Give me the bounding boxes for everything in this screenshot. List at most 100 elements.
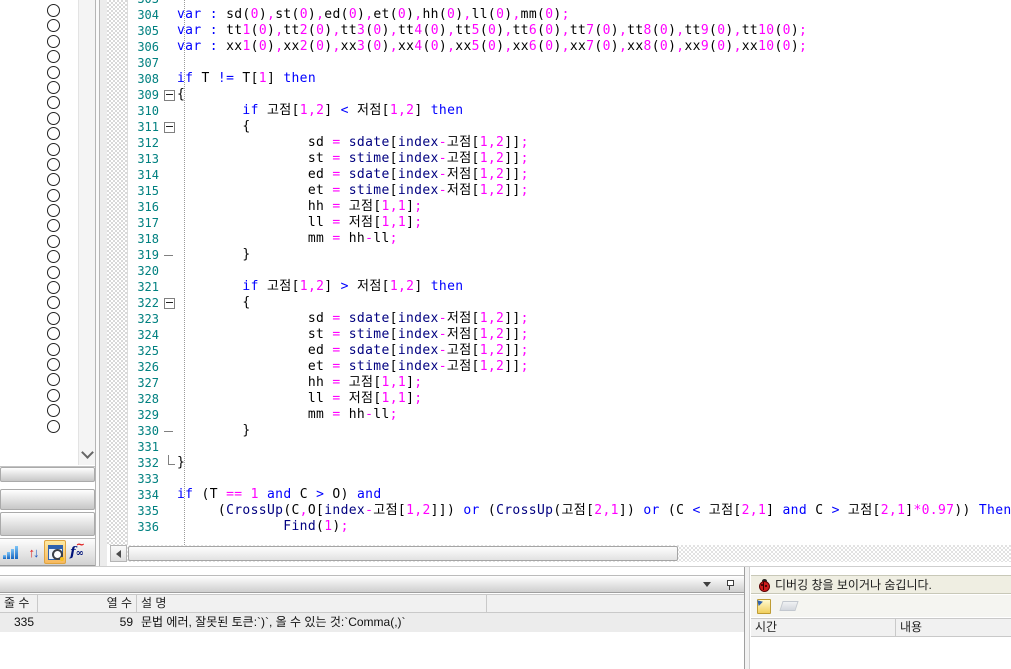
code-line[interactable]: 315 et = stime[index-저점[1,2]];: [127, 183, 1011, 199]
collapsed-toolbar-strip[interactable]: [0, 489, 95, 510]
list-bullet-circle[interactable]: [47, 66, 60, 79]
fold-marker-box[interactable]: [163, 87, 177, 103]
code-line[interactable]: 310 if 고점[1,2] < 저점[1,2] then: [127, 103, 1011, 119]
fold-marker-box[interactable]: [163, 295, 177, 311]
scrollbar-thumb[interactable]: [128, 546, 678, 561]
bottom-panel-divider[interactable]: [744, 567, 751, 669]
code-line[interactable]: 333: [127, 471, 1011, 487]
list-bullet-circle[interactable]: [47, 235, 60, 248]
list-bullet-circle[interactable]: [47, 312, 60, 325]
code-line[interactable]: 317 ll = 저점[1,1];: [127, 215, 1011, 231]
code-line[interactable]: 313 st = stime[index-고점[1,2]];: [127, 151, 1011, 167]
code-line[interactable]: 326 et = stime[index-고점[1,2]];: [127, 359, 1011, 375]
list-bullet-circle[interactable]: [47, 266, 60, 279]
column-header-line[interactable]: 줄 수: [0, 595, 38, 612]
code-line[interactable]: 308if T != T[1] then: [127, 71, 1011, 87]
list-bullet-circle[interactable]: [47, 404, 60, 417]
list-bullet-circle[interactable]: [47, 358, 60, 371]
column-header-time[interactable]: 시간: [751, 619, 896, 636]
code-line[interactable]: 321 if 고점[1,2] > 저점[1,2] then: [127, 279, 1011, 295]
code-line[interactable]: 332}: [127, 455, 1011, 471]
column-header-description[interactable]: 설 명: [137, 595, 487, 612]
code-line[interactable]: 319 }: [127, 247, 1011, 263]
code-line[interactable]: 309{: [127, 87, 1011, 103]
code-line[interactable]: 329 mm = hh-ll;: [127, 407, 1011, 423]
debug-panel-title: 디버깅 창을 보이거나 숨깁니다.: [775, 576, 932, 593]
code-line[interactable]: 306var : xx1(0),xx2(0),xx3(0),xx4(0),xx5…: [127, 39, 1011, 55]
new-log-icon[interactable]: [757, 599, 771, 614]
code-text: if 고점[1,2] > 저점[1,2] then: [177, 279, 463, 295]
list-bullet-circle[interactable]: [47, 4, 60, 17]
code-line[interactable]: 312 sd = sdate[index-고점[1,2]];: [127, 135, 1011, 151]
list-bullet-circle[interactable]: [47, 143, 60, 156]
table-row[interactable]: 335 59 문법 에러, 잘못된 토큰:`)`, 올 수 있는 것:`Comm…: [0, 613, 744, 632]
list-bullet-circle[interactable]: [47, 296, 60, 309]
code-line[interactable]: 307: [127, 55, 1011, 71]
list-bullet-circle[interactable]: [47, 343, 60, 356]
code-line[interactable]: 311 {: [127, 119, 1011, 135]
code-line[interactable]: 331: [127, 439, 1011, 455]
arrows-up-down-icon[interactable]: ↑↓: [22, 540, 44, 564]
auto-hide-pin-icon[interactable]: [725, 579, 735, 591]
code-line[interactable]: 323 sd = sdate[index-저점[1,2]];: [127, 311, 1011, 327]
list-bullet-circle[interactable]: [47, 281, 60, 294]
code-line[interactable]: 318 mm = hh-ll;: [127, 231, 1011, 247]
editor-horizontal-scrollbar[interactable]: [107, 545, 1011, 562]
error-panel-header-bar[interactable]: [0, 575, 744, 593]
code-line[interactable]: 303: [127, 0, 1011, 7]
list-bullet-circle[interactable]: [47, 158, 60, 171]
list-bullet-circle[interactable]: [47, 19, 60, 32]
list-bullet-circle[interactable]: [47, 219, 60, 232]
code-line[interactable]: 327 hh = 고점[1,1];: [127, 375, 1011, 391]
code-line[interactable]: 305var : tt1(0),tt2(0),tt3(0),tt4(0),tt5…: [127, 23, 1011, 39]
left-panel-scrollbar[interactable]: [78, 0, 96, 465]
column-header-content[interactable]: 내용: [896, 619, 1011, 636]
line-number: 331: [127, 439, 163, 455]
function-icon[interactable]: f∞~: [66, 540, 88, 564]
list-bullet-circle[interactable]: [47, 389, 60, 402]
code-editor[interactable]: 303304var : sd(0),st(0),ed(0),et(0),hh(0…: [107, 0, 1011, 566]
line-number: 332: [127, 455, 163, 471]
code-line[interactable]: 314 ed = sdate[index-저점[1,2]];: [127, 167, 1011, 183]
list-bullet-circle[interactable]: [47, 373, 60, 386]
code-line[interactable]: 316 hh = 고점[1,1];: [127, 199, 1011, 215]
list-bullet-circle[interactable]: [47, 96, 60, 109]
code-line[interactable]: 330 }: [127, 423, 1011, 439]
list-bullet-circle[interactable]: [47, 204, 60, 217]
list-bullet-circle[interactable]: [47, 35, 60, 48]
list-bullet-circle[interactable]: [47, 50, 60, 63]
list-bullet-circle[interactable]: [47, 112, 60, 125]
code-line[interactable]: 325 ed = sdate[index-고점[1,2]];: [127, 343, 1011, 359]
code-line[interactable]: 322 {: [127, 295, 1011, 311]
zoom-chart-icon[interactable]: [44, 540, 66, 564]
chart-bars-icon[interactable]: [0, 540, 22, 564]
clear-log-icon[interactable]: [779, 601, 798, 611]
list-bullet-circle[interactable]: [47, 250, 60, 263]
collapse-arrow-icon[interactable]: [703, 582, 711, 591]
line-number: 319: [127, 247, 163, 263]
code-text: if (T == 1 and C > O) and: [177, 487, 382, 503]
error-column-number: 59: [38, 613, 137, 632]
code-line[interactable]: 336 Find(1);: [127, 519, 1011, 535]
code-line[interactable]: 334if (T == 1 and C > O) and: [127, 487, 1011, 503]
column-header-column[interactable]: 열 수: [38, 595, 137, 612]
list-bullet-circle[interactable]: [47, 420, 60, 433]
scroll-down-icon[interactable]: [81, 446, 94, 459]
collapsed-toolbar-strip[interactable]: [0, 467, 95, 482]
code-line[interactable]: 304var : sd(0),st(0),ed(0),et(0),hh(0),l…: [127, 7, 1011, 23]
code-line[interactable]: 324 st = stime[index-저점[1,2]];: [127, 327, 1011, 343]
code-line[interactable]: 320: [127, 263, 1011, 279]
list-bullet-circle[interactable]: [47, 81, 60, 94]
code-line[interactable]: 328 ll = 저점[1,1];: [127, 391, 1011, 407]
list-bullet-circle[interactable]: [47, 327, 60, 340]
vertical-splitter[interactable]: [95, 0, 107, 566]
debug-panel-header[interactable]: 디버깅 창을 보이거나 숨깁니다.: [751, 575, 1011, 594]
scroll-left-button[interactable]: [110, 545, 127, 562]
list-bullet-circle[interactable]: [47, 173, 60, 186]
fold-marker-box[interactable]: [163, 119, 177, 135]
collapsed-toolbar-strip[interactable]: [0, 512, 95, 536]
fold-column: [163, 311, 177, 327]
list-bullet-circle[interactable]: [47, 189, 60, 202]
code-line[interactable]: 335 (CrossUp(C,O[index-고점[1,2]]) or (Cro…: [127, 503, 1011, 519]
list-bullet-circle[interactable]: [47, 127, 60, 140]
